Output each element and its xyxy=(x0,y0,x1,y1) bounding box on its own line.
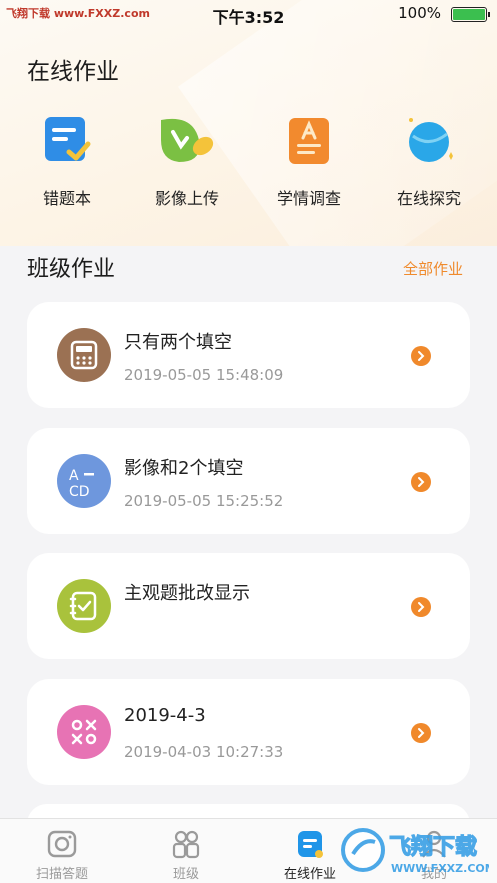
tab-label: 班级 xyxy=(172,867,199,882)
tool-label: 错题本 xyxy=(42,189,91,208)
assignment-time: 2019-05-05 15:25:52 xyxy=(124,492,284,510)
watermark-url: WWW.FXXZ.COM xyxy=(391,862,489,875)
all-homework-link[interactable]: 全部作业 xyxy=(403,258,463,279)
watermark-brand: 飞翔下载 xyxy=(389,834,477,860)
svg-text:A: A xyxy=(69,468,79,484)
assignment-time: 2019-05-05 15:48:09 xyxy=(124,366,284,384)
tool-notebook[interactable]: 错题本 xyxy=(12,112,122,209)
tool-image-upload[interactable]: 影像上传 xyxy=(132,112,242,209)
svg-text:CD: CD xyxy=(69,484,90,500)
chevron-right-icon[interactable] xyxy=(411,597,431,617)
assignment-title: 只有两个填空 xyxy=(124,332,232,353)
assignment-card[interactable]: 主观题批改显示 xyxy=(27,553,470,659)
checklist-icon xyxy=(57,579,111,633)
homework-icon xyxy=(295,829,325,859)
leaf-upload-icon xyxy=(159,112,215,168)
tool-label: 在线探究 xyxy=(396,189,461,208)
status-bar: 飞翔下载 www.FXXZ.com 下午3:52 100% xyxy=(0,0,497,28)
notebook-check-icon xyxy=(39,112,95,168)
planet-icon xyxy=(401,112,457,168)
assignment-card[interactable]: 只有两个填空 2019-05-05 15:48:09 xyxy=(27,302,470,408)
chevron-right-icon[interactable] xyxy=(411,346,431,366)
survey-doc-icon xyxy=(281,112,337,168)
assignment-card[interactable]: A CD 影像和2个填空 2019-05-05 15:25:52 xyxy=(27,428,470,534)
tab-scan[interactable]: 扫描答题 xyxy=(17,829,107,882)
battery-percent: 100% xyxy=(398,4,441,22)
abcd-icon: A CD xyxy=(57,454,111,508)
tab-class[interactable]: 班级 xyxy=(141,829,231,882)
assignment-title: 2019-4-3 xyxy=(124,705,206,726)
camera-icon xyxy=(47,829,77,859)
battery-icon xyxy=(451,7,490,22)
assignment-time: 2019-04-03 10:27:33 xyxy=(124,743,284,761)
tool-label: 影像上传 xyxy=(154,189,219,208)
assignment-title: 影像和2个填空 xyxy=(124,458,244,479)
watermark-logo: 飞翔下载 WWW.FXXZ.COM xyxy=(339,820,496,882)
tic-tac-toe-icon xyxy=(57,705,111,759)
tool-explore[interactable]: 在线探究 xyxy=(374,112,484,209)
tool-grid: 错题本 影像上传 学情调查 在线探究 xyxy=(0,112,497,212)
calculator-icon xyxy=(57,328,111,382)
people-icon xyxy=(171,829,201,859)
chevron-right-icon[interactable] xyxy=(411,472,431,492)
page-title: 在线作业 xyxy=(27,59,119,85)
tool-survey[interactable]: 学情调查 xyxy=(254,112,364,209)
battery-fill xyxy=(453,9,485,20)
tool-label: 学情调查 xyxy=(276,189,341,208)
assignment-title: 主观题批改显示 xyxy=(124,583,250,604)
tab-label: 扫描答题 xyxy=(35,867,88,882)
assignment-card[interactable]: 2019-4-3 2019-04-03 10:27:33 xyxy=(27,679,470,785)
section-title: 班级作业 xyxy=(27,257,116,282)
chevron-right-icon[interactable] xyxy=(411,723,431,743)
